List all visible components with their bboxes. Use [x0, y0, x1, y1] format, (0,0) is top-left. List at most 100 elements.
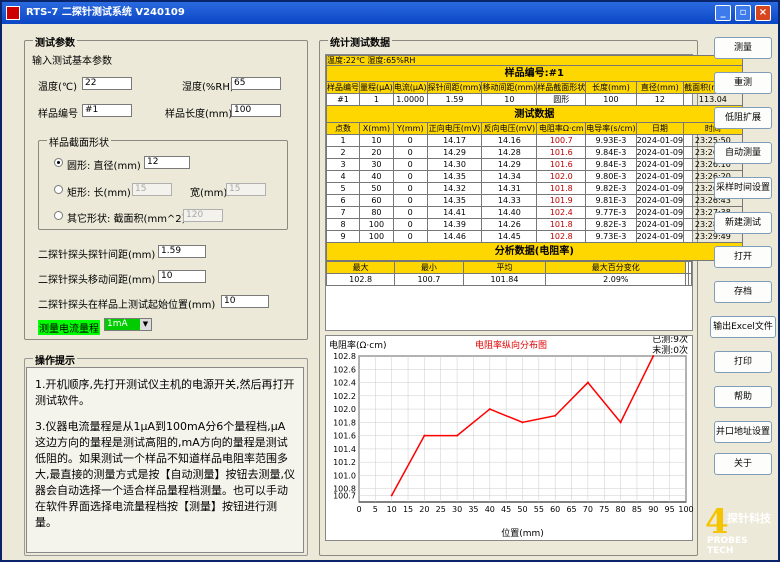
button-9[interactable]: 打印	[714, 351, 772, 373]
y-tick-label: 102.4	[333, 379, 356, 388]
table-row[interactable]: 9 100 0 14.46 14.45 102.8 9.73E-3 2024-01-09 23:…	[326, 230, 743, 243]
table-cell: 80	[359, 206, 394, 219]
probe-start-input[interactable]: 10	[221, 295, 269, 308]
x-tick-label: 80	[616, 505, 626, 514]
table-cell: 60	[359, 194, 394, 207]
minimize-button[interactable]: _	[715, 5, 731, 21]
data-header-4: 反向电压(mV)	[481, 122, 538, 135]
analysis-title: 分析数据(电阻率)	[326, 242, 743, 261]
table-cell: 4	[326, 170, 360, 183]
humidity-input[interactable]: 65	[231, 77, 281, 90]
y-axis-label: 电阻率(Ω·cm)	[329, 339, 386, 351]
window-title: RTS-7 二探针测试系统 V240109	[26, 7, 185, 18]
table-cell: 102.4	[536, 206, 587, 219]
button-11[interactable]: 并口地址设置	[714, 421, 772, 443]
table-cell: 9.84E-3	[585, 158, 637, 171]
x-tick-label: 70	[583, 505, 593, 514]
title-bar: RTS-7 二探针测试系统 V240109 _ ▫ ×	[2, 2, 778, 24]
x-tick-label: 85	[632, 505, 642, 514]
current-range-label: 测量电流量程	[38, 320, 100, 335]
app-window: RTS-7 二探针测试系统 V240109 _ ▫ × 测试参数 输入测试基本参…	[0, 0, 780, 562]
table-cell: 0	[392, 134, 428, 147]
table-row[interactable]: 5 50 0 14.32 14.31 101.8 9.82E-3 2024-01-09 23:2…	[326, 182, 743, 195]
y-tick-label: 102.2	[333, 392, 356, 401]
data-point	[423, 434, 426, 437]
stats-table: 温度:22℃ 湿度:65%RH 样品编号:#1 样品编号 量程(μA) 电流(μA)…	[326, 55, 743, 261]
table-cell: 101.6	[536, 158, 587, 171]
other-area-label: 其它形状: 截面积(mm^2)	[67, 214, 186, 225]
table-row[interactable]: 2 20 0 14.29 14.28 101.6 9.84E-3 2024-01-09 23:2…	[326, 146, 743, 159]
button-0[interactable]: 测量	[714, 37, 772, 59]
radio-circle[interactable]	[54, 158, 63, 167]
button-4[interactable]: 采样时间设置	[714, 177, 772, 199]
maximize-button[interactable]: ▫	[735, 5, 751, 21]
table-cell: 14.35	[426, 194, 483, 207]
table-cell: 9.82E-3	[585, 182, 637, 195]
data-header-6: 电导率(s/cm)	[585, 122, 637, 135]
table-cell: 9.81E-3	[585, 194, 637, 207]
probe-spacing-input[interactable]: 1.59	[158, 245, 206, 258]
table-cell: 101.6	[536, 146, 587, 159]
x-tick-label: 95	[665, 505, 675, 514]
radio-other-shape[interactable]	[54, 211, 63, 220]
button-6[interactable]: 打开	[714, 246, 772, 268]
table-row[interactable]: 6 60 0 14.35 14.33 101.9 9.81E-3 2024-01-09 23:2…	[326, 194, 743, 207]
button-2[interactable]: 低阻扩展	[714, 107, 772, 129]
circle-diameter-input[interactable]: 12	[144, 156, 190, 169]
status-measured: 已测:9次	[652, 336, 688, 345]
button-7[interactable]: 存档	[714, 281, 772, 303]
button-1[interactable]: 重测	[714, 72, 772, 94]
table-cell: 9.82E-3	[585, 218, 637, 231]
analysis-header-2: 平均	[462, 261, 547, 274]
sample-length-input[interactable]: 100	[231, 104, 281, 117]
table-cell: 14.28	[481, 146, 538, 159]
other-area-input[interactable]: 120	[183, 209, 223, 222]
info-value-5: 圆形	[536, 93, 587, 106]
y-tick-label: 101.6	[333, 432, 356, 441]
probe-spacing-label: 二探针探头探针间距(mm)	[38, 250, 156, 261]
table-cell: 9	[326, 230, 360, 243]
rect-length-input[interactable]: 15	[132, 183, 172, 196]
sample-id-input[interactable]: #1	[82, 104, 132, 117]
analysis-header-3: 最大百分变化	[545, 261, 687, 274]
button-12[interactable]: 关于	[714, 453, 772, 475]
button-5[interactable]: 新建测试	[714, 212, 772, 234]
button-3[interactable]: 自动测量	[714, 142, 772, 164]
y-tick-label: 102.0	[333, 405, 356, 414]
data-point	[554, 414, 557, 417]
table-cell: 2	[326, 146, 360, 159]
analysis-header-0: 最大	[325, 261, 396, 274]
probe-move-input[interactable]: 10	[158, 270, 206, 283]
button-10[interactable]: 帮助	[714, 386, 772, 408]
table-cell: 9.73E-3	[585, 230, 637, 243]
circle-diameter-label: 圆形: 直径(mm)	[67, 161, 141, 172]
app-icon	[6, 6, 20, 20]
ops-paragraph-1: 1.开机顺序,先打开测试仪主机的电源开关,然后再打开测试软件。	[35, 378, 295, 407]
ops-text-area[interactable]: 1.开机顺序,先打开测试仪主机的电源开关,然后再打开测试软件。 3.仪器电流量程…	[26, 367, 304, 553]
table-row[interactable]: 8 100 0 14.39 14.26 101.8 9.82E-3 2024-01-09 23:…	[326, 218, 743, 231]
table-cell: 14.32	[426, 182, 483, 195]
table-cell: 6	[326, 194, 360, 207]
current-range-select[interactable]: 1mA ▼	[104, 318, 152, 331]
data-point	[619, 421, 622, 424]
button-8[interactable]: 输出Excel文件	[710, 316, 776, 338]
chevron-down-icon[interactable]: ▼	[140, 319, 151, 330]
radio-rectangle[interactable]	[54, 185, 63, 194]
rect-length-label: 矩形: 长(mm)	[67, 188, 131, 199]
rect-width-input[interactable]: 15	[226, 183, 266, 196]
table-row[interactable]: 7 80 0 14.41 14.40 102.4 9.77E-3 2024-01-09 23:2…	[326, 206, 743, 219]
table-cell: 0	[392, 182, 428, 195]
table-cell: 2024-01-09	[635, 158, 685, 171]
table-row[interactable]: 4 40 0 14.35 14.34 102.0 9.80E-3 2024-01-09 23:2…	[326, 170, 743, 183]
data-point	[488, 408, 491, 411]
table-cell: 100.7	[536, 134, 587, 147]
probe-start-label: 二探针探头在样品上测试起始位置(mm)	[38, 300, 216, 311]
table-row[interactable]: 1 10 0 14.17 14.16 100.7 9.93E-3 2024-01-09 23:2…	[326, 134, 743, 147]
close-button[interactable]: ×	[755, 5, 771, 21]
probe-move-label: 二探针探头移动间距(mm)	[38, 275, 156, 286]
data-header-5: 电阻率Ω·cm	[536, 122, 587, 135]
temperature-input[interactable]: 22	[82, 77, 132, 90]
table-row[interactable]: 3 30 0 14.30 14.29 101.6 9.84E-3 2024-01-09 23:2…	[326, 158, 743, 171]
table-cell: 2024-01-09	[635, 134, 685, 147]
table-cell: 101.9	[536, 194, 587, 207]
